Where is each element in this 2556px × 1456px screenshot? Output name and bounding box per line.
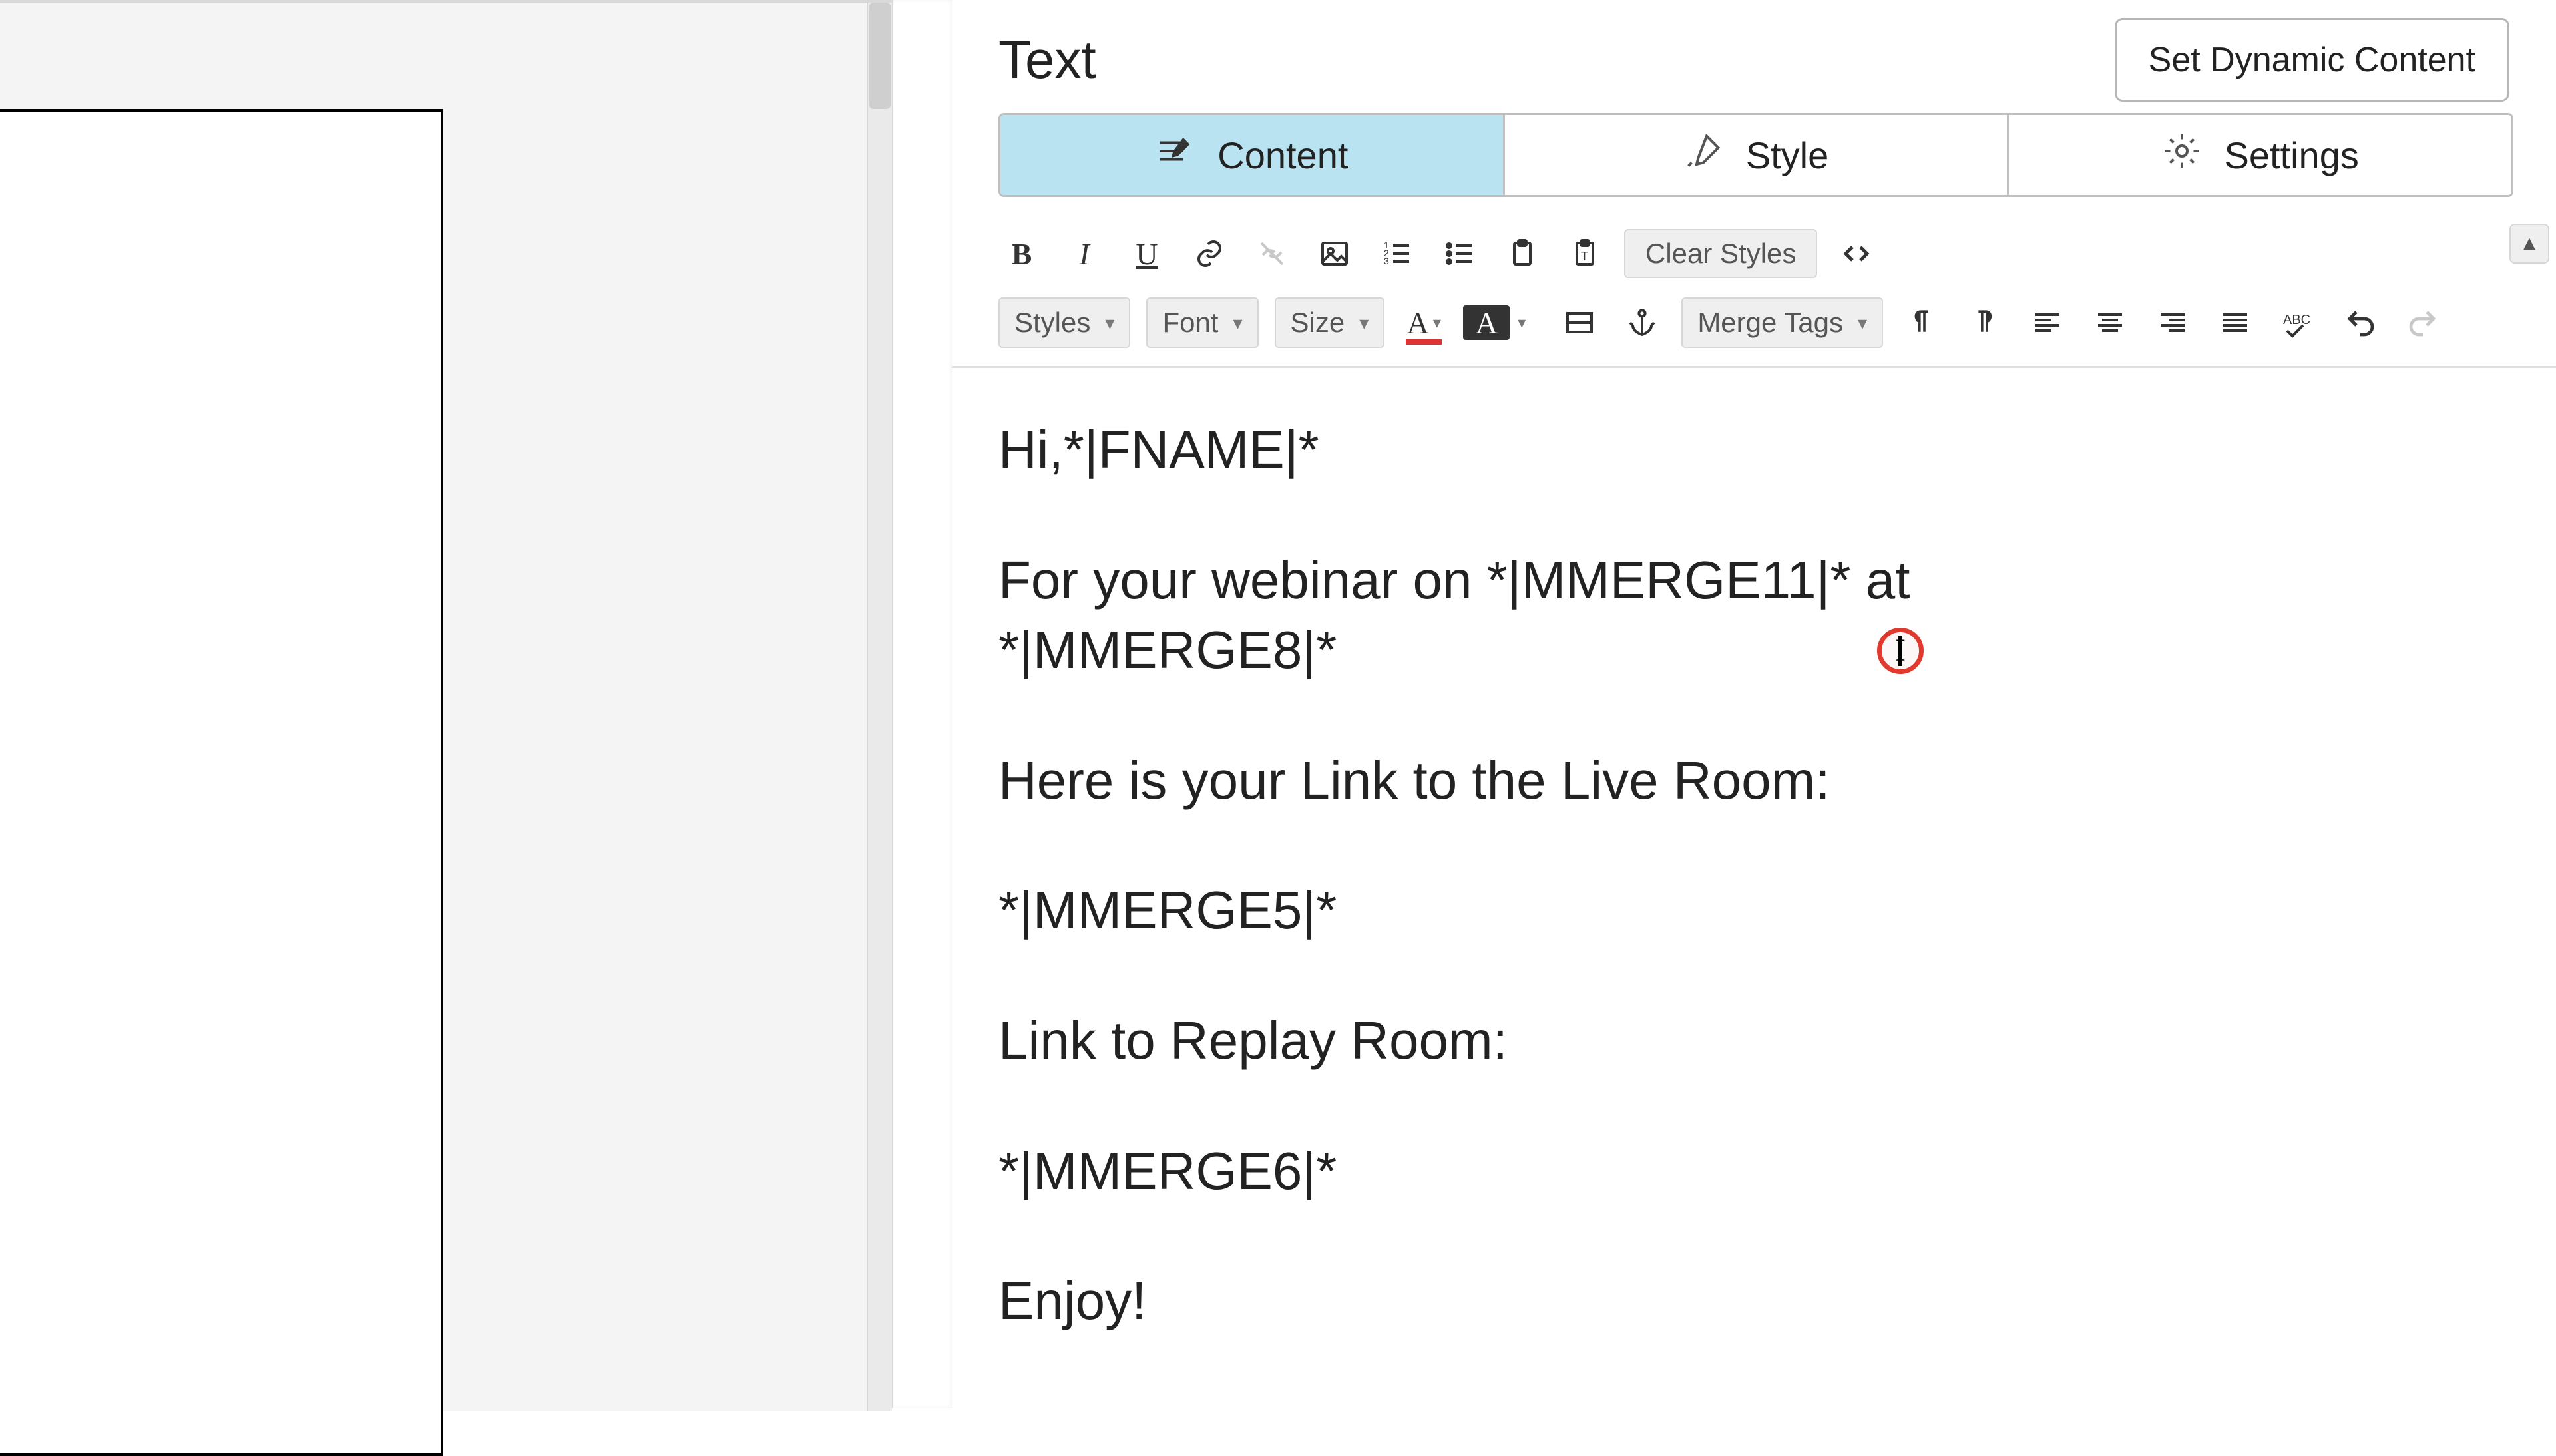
editor-panel: Text Set Dynamic Content Content Style [952, 0, 2556, 1408]
toolbar-divider [952, 366, 2556, 368]
panel-resize-handle[interactable] [892, 0, 953, 1408]
content-line-7[interactable]: Enjoy! [998, 1266, 2509, 1336]
background-color-button[interactable]: A ▾ [1463, 305, 1510, 340]
anchor-button[interactable] [1619, 299, 1665, 346]
caret-down-icon: ▾ [1433, 313, 1441, 333]
bold-button[interactable]: B [998, 230, 1045, 277]
preview-blank-2 [0, 841, 401, 894]
tab-content-label: Content [1217, 134, 1348, 177]
content-line-4[interactable]: *|MMERGE5|* [998, 875, 2509, 946]
paintbrush-icon [1683, 131, 1723, 180]
bg-color-letter: A [1476, 305, 1498, 341]
preview-text-block: :11|* om: [0, 192, 401, 1320]
undo-button[interactable] [2337, 299, 2384, 346]
editor-header: Text Set Dynamic Content [998, 13, 2509, 106]
text-color-button[interactable]: A ▾ [1400, 299, 1447, 346]
align-center-button[interactable] [2087, 299, 2133, 346]
preview-scrollbar[interactable] [867, 3, 892, 1411]
tab-content[interactable]: Content [1000, 115, 1503, 195]
italic-button[interactable]: I [1061, 230, 1108, 277]
content-line-6[interactable]: *|MMERGE6|* [998, 1136, 2509, 1206]
preview-line-1: :11|* [0, 362, 401, 447]
svg-text:3: 3 [1384, 256, 1389, 266]
preview-card: :11|* om: [0, 109, 443, 1456]
paste-from-word-button[interactable]: T [1562, 230, 1608, 277]
content-line-1[interactable]: Hi,*|FNAME|* [998, 415, 2509, 485]
caret-down-icon: ▾ [1105, 312, 1114, 334]
tab-settings-label: Settings [2225, 134, 2359, 177]
source-code-button[interactable] [1833, 230, 1880, 277]
caret-down-icon: ▾ [1518, 313, 1526, 333]
align-left-button[interactable] [2024, 299, 2071, 346]
caret-down-icon: ▾ [1233, 312, 1242, 334]
horizontal-rule-button[interactable] [1556, 299, 1603, 346]
image-button[interactable] [1311, 230, 1358, 277]
merge-tags-label: Merge Tags [1697, 307, 1843, 339]
underline-button[interactable]: U [1124, 230, 1170, 277]
caret-down-icon: ▾ [1858, 312, 1867, 334]
spellcheck-button[interactable]: ABC [2274, 299, 2321, 346]
styles-dropdown-label: Styles [1014, 307, 1090, 339]
redo-button [2400, 299, 2446, 346]
content-pencil-icon [1155, 131, 1195, 180]
size-dropdown[interactable]: Size ▾ [1275, 297, 1385, 348]
content-line-2[interactable]: For your webinar on *|MMERGE11|* at *|MM… [998, 545, 1964, 685]
clear-styles-button[interactable]: Clear Styles [1624, 229, 1817, 278]
toolbar-row-1: B I U 123 T Clear Style [998, 224, 2509, 283]
unordered-list-button[interactable] [1436, 230, 1483, 277]
gear-icon [2162, 131, 2202, 180]
tab-style[interactable]: Style [1503, 115, 2008, 195]
preview-scroll-thumb[interactable] [869, 3, 891, 109]
ltr-button[interactable] [1899, 299, 1946, 346]
caret-down-icon: ▾ [1359, 312, 1369, 334]
set-dynamic-content-button[interactable]: Set Dynamic Content [2115, 18, 2509, 102]
editor-toolbar: B I U 123 T Clear Style [998, 224, 2509, 353]
link-button[interactable] [1186, 230, 1233, 277]
text-color-swatch [1406, 339, 1442, 345]
merge-tags-dropdown[interactable]: Merge Tags ▾ [1681, 297, 1883, 348]
text-color-letter: A [1407, 305, 1429, 341]
toolbar-row-2: Styles ▾ Font ▾ Size ▾ A ▾ A ▾ [998, 293, 2509, 353]
rtl-button[interactable] [1962, 299, 2008, 346]
tab-settings[interactable]: Settings [2007, 115, 2511, 195]
align-right-button[interactable] [2149, 299, 2196, 346]
align-justify-button[interactable] [2212, 299, 2258, 346]
content-line-3[interactable]: Here is your Link to the Live Room: [998, 745, 2509, 816]
size-dropdown-label: Size [1291, 307, 1345, 339]
font-dropdown[interactable]: Font ▾ [1146, 297, 1258, 348]
preview-blank-1 [0, 618, 401, 671]
ordered-list-button[interactable]: 123 [1374, 230, 1420, 277]
font-dropdown-label: Font [1162, 307, 1218, 339]
styles-dropdown[interactable]: Styles ▾ [998, 297, 1130, 348]
content-line-5[interactable]: Link to Replay Room: [998, 1005, 2509, 1076]
preview-line-2: om: [0, 1065, 401, 1150]
svg-text:T: T [1581, 250, 1588, 263]
svg-text:ABC: ABC [2283, 313, 2310, 327]
editor-tabs: Content Style Settings [998, 113, 2513, 197]
unlink-button [1249, 230, 1295, 277]
panel-title: Text [998, 29, 1096, 91]
content-editor[interactable]: Hi,*|FNAME|* For your webinar on *|MMERG… [998, 415, 2509, 1336]
collapse-toolbar-button[interactable]: ▲ [2509, 224, 2549, 264]
preview-panel: :11|* om: [0, 0, 892, 1411]
tab-style-label: Style [1746, 134, 1829, 177]
paste-button[interactable] [1499, 230, 1546, 277]
